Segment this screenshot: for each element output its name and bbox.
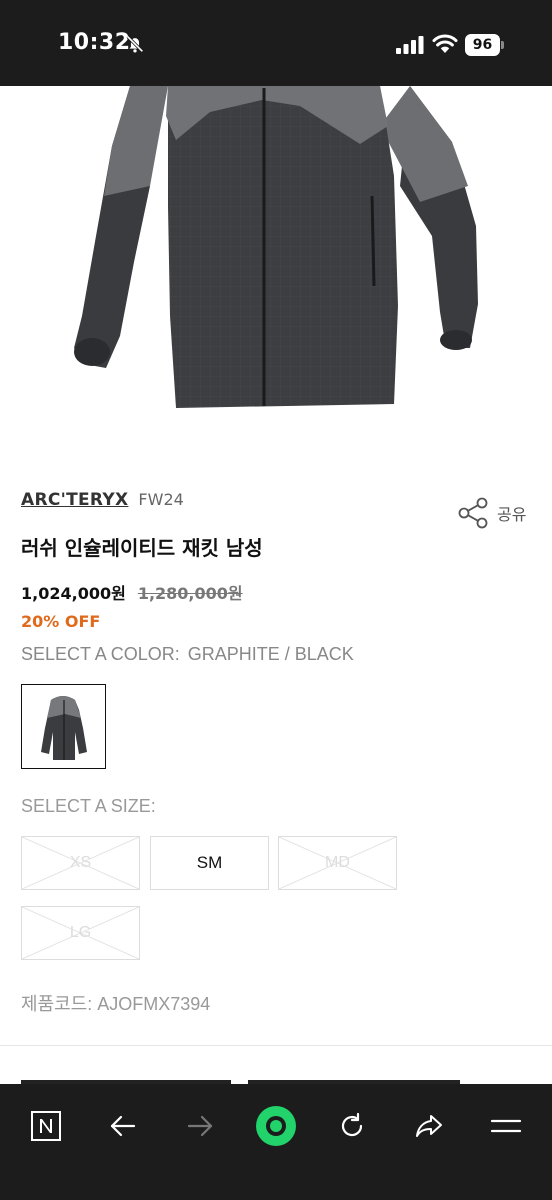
- size-option-md: MD: [278, 836, 397, 890]
- product-code: 제품코드: AJOFMX7394: [21, 990, 210, 1016]
- color-value: GRAPHITE / BLACK: [187, 644, 354, 664]
- size-option-label: SM: [196, 853, 223, 872]
- browser-toolbar: [0, 1084, 552, 1200]
- original-price: 1,280,000원: [137, 584, 243, 603]
- share-icon: [458, 497, 488, 529]
- share-arrow-icon: [416, 1115, 442, 1137]
- size-option-label: XS: [69, 854, 92, 871]
- size-option-label: MD: [325, 854, 350, 871]
- back-arrow-icon: [110, 1115, 136, 1137]
- product-code-label: 제품코드:: [21, 994, 93, 1014]
- back-button[interactable]: [101, 1104, 145, 1148]
- color-label: SELECT A COLOR:: [21, 644, 180, 664]
- size-option-lg: LG: [21, 906, 140, 960]
- reload-icon: [341, 1112, 363, 1137]
- green-home-button[interactable]: [254, 1104, 298, 1148]
- menu-icon: [490, 1119, 522, 1133]
- naver-home-button[interactable]: [24, 1104, 68, 1148]
- bell-off-icon: [126, 35, 144, 53]
- sale-price: 1,024,000원: [21, 584, 126, 603]
- brand-link[interactable]: ARC'TERYX: [21, 490, 128, 510]
- naver-n-icon: [31, 1111, 61, 1141]
- size-selection-label: SELECT A SIZE:: [21, 796, 156, 816]
- product-hero-image[interactable]: [0, 86, 552, 440]
- discount-badge: 20% OFF: [21, 612, 101, 631]
- jacket-illustration: [74, 86, 478, 408]
- season-label: FW24: [138, 490, 184, 509]
- signal-icon: [396, 36, 424, 54]
- reload-button[interactable]: [330, 1104, 374, 1148]
- product-code-value: AJOFMX7394: [97, 994, 211, 1014]
- swatch-thumbnail: [25, 688, 102, 765]
- battery-icon: 96: [465, 34, 505, 56]
- status-bar: 10:32 96: [0, 0, 552, 86]
- share-button[interactable]: 공유: [457, 497, 526, 529]
- color-swatch-graphite-black[interactable]: [21, 684, 106, 769]
- product-title: 러쉬 인슐레이티드 재킷 남성: [21, 536, 263, 560]
- share-label: 공유: [497, 505, 527, 524]
- menu-button[interactable]: [484, 1104, 528, 1148]
- section-divider: [0, 1045, 552, 1046]
- status-time: 10:32: [58, 30, 131, 55]
- forward-button: [178, 1104, 222, 1148]
- size-option-sm[interactable]: SM: [150, 836, 269, 890]
- size-option-xs: XS: [21, 836, 140, 890]
- price-row: 1,024,000원 1,280,000원: [21, 580, 243, 604]
- color-selection-label: SELECT A COLOR: GRAPHITE / BLACK: [21, 644, 354, 665]
- share-page-button[interactable]: [407, 1104, 451, 1148]
- wifi-icon: [432, 34, 458, 53]
- forward-arrow-icon: [187, 1115, 213, 1137]
- battery-tip: [501, 41, 504, 49]
- brand-row: ARC'TERYX FW24: [21, 490, 184, 510]
- green-dot-home-icon: [256, 1106, 296, 1146]
- size-option-label: LG: [69, 924, 92, 941]
- battery-level: 96: [465, 34, 500, 56]
